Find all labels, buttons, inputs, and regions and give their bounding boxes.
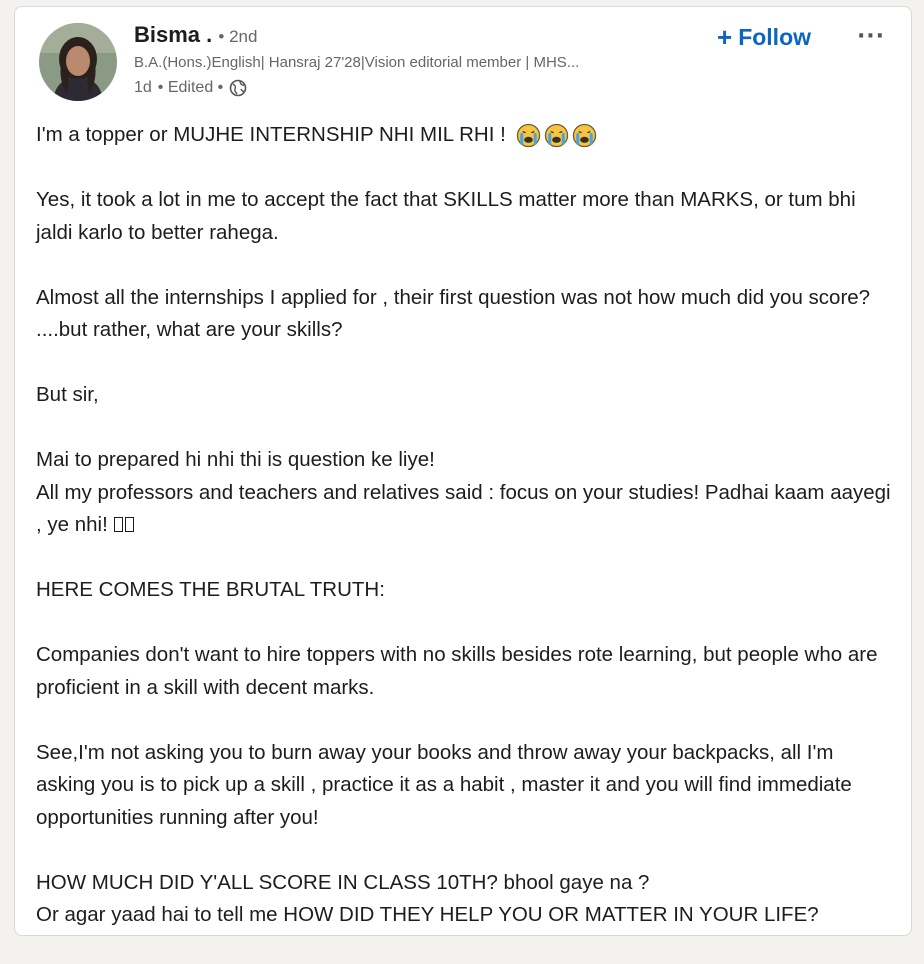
author-avatar[interactable] — [39, 23, 117, 101]
paragraph: I'm a topper or MUJHE INTERNSHIP NHI MIL… — [36, 119, 896, 152]
follow-label: Follow — [738, 23, 812, 50]
author-name-line[interactable]: Bisma . • 2nd — [134, 22, 257, 48]
paragraph: Almost all the internships I applied for… — [36, 285, 871, 342]
paragraph: Companies don't want to hire toppers wit… — [36, 643, 878, 699]
paragraph: See,I'm not asking you to burn away your… — [36, 740, 852, 829]
connection-degree: • 2nd — [218, 27, 258, 46]
avatar-photo — [39, 23, 117, 101]
post-time[interactable]: 1d — [134, 79, 152, 97]
post-text: Or agar yaad hai to tell me HOW DID THEY… — [36, 903, 819, 926]
plus-icon: + — [717, 22, 733, 52]
crying-face-emoji — [572, 123, 596, 148]
crying-face-emoji — [544, 123, 568, 148]
paragraph: But sir, — [36, 383, 99, 406]
author-name[interactable]: Bisma . — [134, 22, 212, 47]
post-meta: 1d • Edited • — [134, 79, 247, 97]
crying-face-emoji — [516, 123, 540, 148]
post-text: All my professors and teachers and relat… — [36, 480, 891, 537]
post-text: Mai to prepared hi nhi thi is question k… — [36, 448, 435, 471]
follow-button[interactable]: + Follow — [709, 19, 819, 55]
paragraph: Yes, it took a lot in me to accept the f… — [36, 188, 856, 244]
post-text: I'm a topper or MUJHE INTERNSHIP NHI MIL… — [36, 123, 506, 146]
more-options-button[interactable]: ··· — [851, 21, 891, 51]
edited-label: • Edited • — [157, 79, 224, 96]
paragraph: Mai to prepared hi nhi thi is question k… — [36, 444, 896, 542]
post-body: I'm a topper or MUJHE INTERNSHIP NHI MIL… — [36, 119, 896, 964]
paragraph: HERE COMES THE BRUTAL TRUTH: — [36, 578, 385, 601]
paragraph: HOW MUCH DID Y'ALL SCORE IN CLASS 10TH? … — [36, 867, 896, 932]
missing-glyph-boxes — [113, 513, 136, 536]
post-text: HOW MUCH DID Y'ALL SCORE IN CLASS 10TH? … — [36, 870, 650, 894]
crying-face-emoji-group — [516, 123, 597, 148]
post-card: Bisma . • 2nd B.A.(Hons.)English| Hansra… — [14, 6, 912, 936]
author-headline: B.A.(Hons.)English| Hansraj 27'28|Vision… — [134, 54, 580, 71]
globe-icon — [229, 79, 247, 97]
